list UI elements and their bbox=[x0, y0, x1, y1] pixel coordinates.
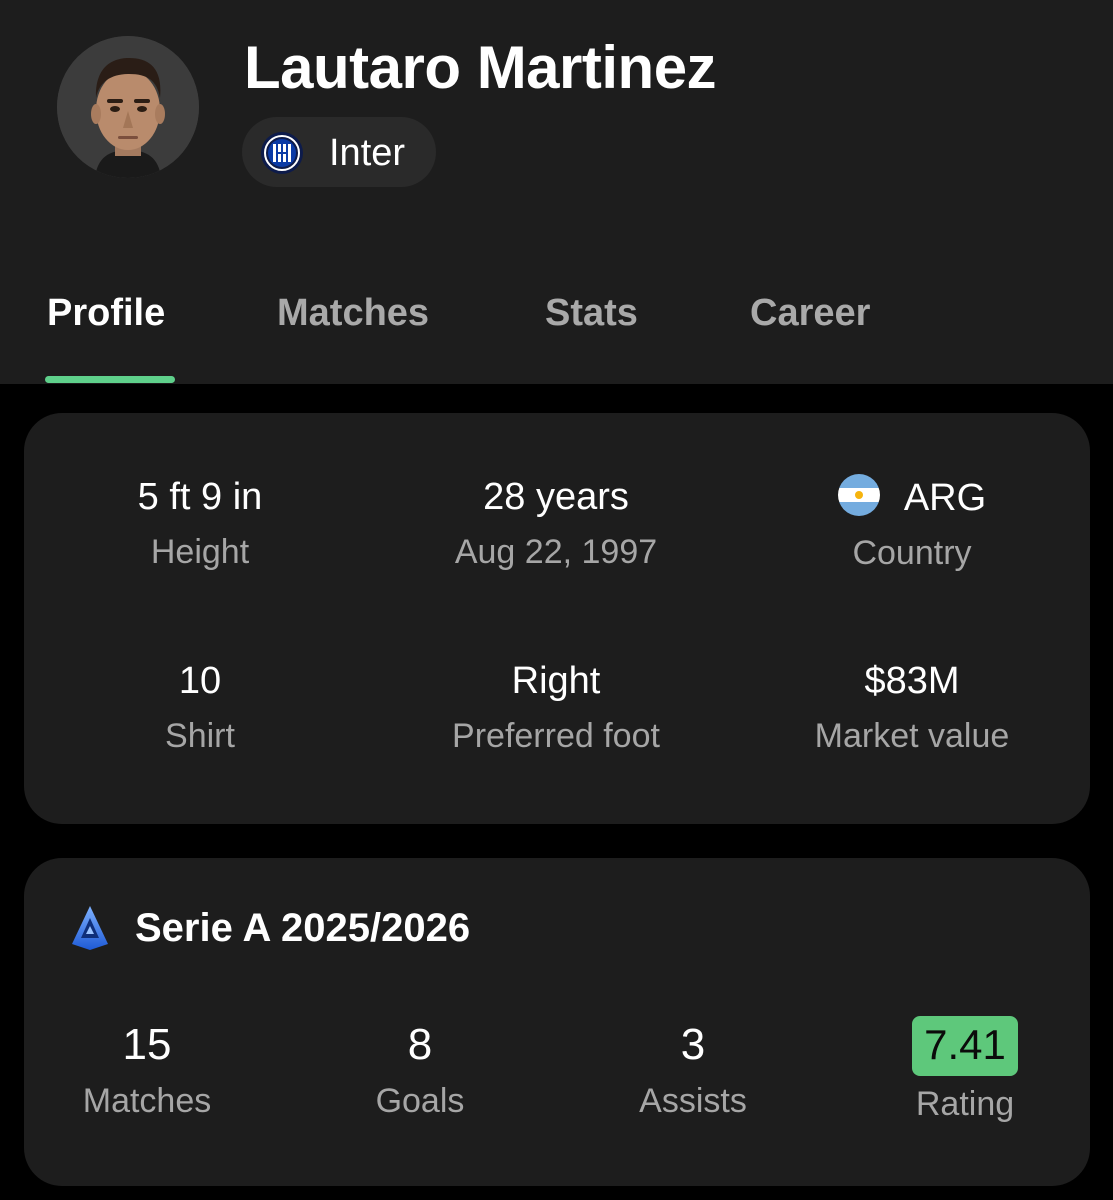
stat-goals: 8 Goals bbox=[300, 1019, 540, 1123]
stat-assists-label: Assists bbox=[639, 1082, 747, 1120]
stat-assists: 3 Assists bbox=[573, 1019, 813, 1123]
stat-rating-label: Rating bbox=[915, 1085, 1015, 1123]
shirt-value: 10 bbox=[178, 660, 222, 702]
team-name: Inter bbox=[329, 132, 406, 174]
season-stats-card[interactable]: Serie A 2025/2026 15 Matches 8 Goals 3 A… bbox=[24, 858, 1090, 1186]
league-season-title: Serie A 2025/2026 bbox=[135, 906, 471, 950]
inter-logo-icon bbox=[260, 131, 304, 175]
country-value: ARG bbox=[903, 477, 987, 519]
country-label: Country bbox=[852, 534, 972, 572]
rating-badge: 7.41 bbox=[912, 1016, 1018, 1076]
active-tab-indicator bbox=[45, 376, 175, 383]
tab-stats[interactable]: Stats bbox=[545, 290, 638, 336]
foot-label: Preferred foot bbox=[452, 717, 660, 755]
foot-value: Right bbox=[511, 660, 601, 702]
player-header: Lautaro Martinez Inter Profile Matches S… bbox=[0, 0, 1113, 384]
stat-goals-value: 8 bbox=[407, 1020, 433, 1069]
team-chip[interactable]: Inter bbox=[242, 117, 436, 187]
market-value-cell: $83M Market value bbox=[742, 658, 1082, 758]
argentina-flag-icon bbox=[837, 474, 880, 516]
stat-assists-value: 3 bbox=[680, 1020, 706, 1069]
market-value-label: Market value bbox=[814, 717, 1010, 755]
foot-cell: Right Preferred foot bbox=[386, 658, 726, 758]
tab-matches[interactable]: Matches bbox=[277, 290, 429, 336]
tab-career[interactable]: Career bbox=[750, 290, 870, 336]
stat-matches-value: 15 bbox=[122, 1020, 172, 1069]
country-cell: ARG Country bbox=[742, 474, 1082, 575]
profile-info-card: 5 ft 9 in Height 28 years Aug 22, 1997 A… bbox=[24, 413, 1090, 824]
stat-goals-label: Goals bbox=[375, 1082, 465, 1120]
shirt-label: Shirt bbox=[165, 717, 235, 755]
player-name: Lautaro Martinez bbox=[244, 34, 717, 101]
stat-matches-label: Matches bbox=[82, 1082, 212, 1120]
age-cell: 28 years Aug 22, 1997 bbox=[386, 474, 726, 574]
stat-rating: 7.41 Rating bbox=[845, 1016, 1085, 1126]
serie-a-logo-icon bbox=[68, 904, 112, 952]
market-value: $83M bbox=[864, 660, 960, 702]
birth-date: Aug 22, 1997 bbox=[454, 533, 658, 571]
height-cell: 5 ft 9 in Height bbox=[30, 474, 370, 574]
tab-profile[interactable]: Profile bbox=[47, 290, 165, 336]
height-value: 5 ft 9 in bbox=[137, 476, 263, 518]
height-label: Height bbox=[150, 533, 250, 571]
shirt-cell: 10 Shirt bbox=[30, 658, 370, 758]
player-avatar bbox=[57, 36, 199, 178]
age-value: 28 years bbox=[483, 476, 629, 518]
stat-matches: 15 Matches bbox=[27, 1019, 267, 1123]
